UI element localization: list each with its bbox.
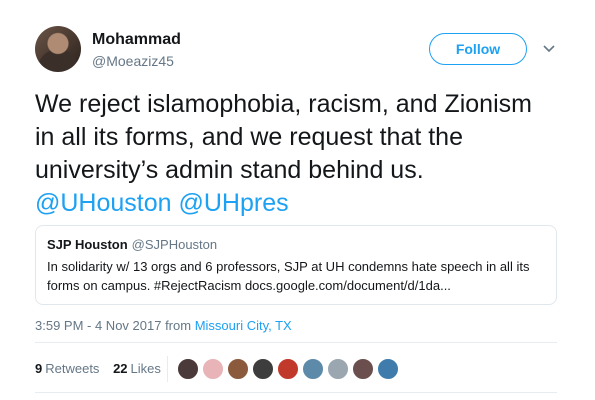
- tweet-card: Mohammad @Moeaziz45 Follow We reject isl…: [0, 0, 595, 400]
- likes-label: Likes: [130, 361, 161, 376]
- timestamp-time[interactable]: 3:59 PM - 4 Nov 2017 from: [35, 318, 195, 333]
- quoted-author-handle: @SJPHouston: [131, 237, 218, 252]
- liker-avatar-7[interactable]: [327, 358, 349, 380]
- tweet-text: We reject islamophobia, racism, and Zion…: [35, 88, 570, 220]
- tweet-line: in all its forms, and we request that th…: [35, 123, 463, 151]
- liker-avatar-8[interactable]: [352, 358, 374, 380]
- retweets-label: Retweets: [45, 361, 100, 376]
- retweets-stat[interactable]: 9 Retweets: [35, 361, 99, 376]
- liker-avatar-9[interactable]: [377, 358, 399, 380]
- location-link[interactable]: Missouri City, TX: [195, 318, 292, 333]
- divider: [35, 392, 557, 393]
- liker-avatar-2[interactable]: [202, 358, 224, 380]
- author-handle[interactable]: @Moeaziz45: [92, 53, 174, 69]
- quoted-tweet[interactable]: SJP Houston @SJPHouston In solidarity w/ …: [35, 225, 557, 305]
- quoted-author-name: SJP Houston: [47, 237, 128, 252]
- tweet-line: We reject islamophobia, racism, and Zion…: [35, 90, 532, 118]
- chevron-down-icon[interactable]: [541, 42, 557, 56]
- author-name[interactable]: Mohammad: [92, 31, 181, 49]
- divider: [35, 342, 557, 343]
- follow-button[interactable]: Follow: [429, 33, 527, 65]
- tweet-timestamp: 3:59 PM - 4 Nov 2017 from Missouri City,…: [35, 318, 292, 333]
- quoted-tweet-text: In solidarity w/ 13 orgs and 6 professor…: [47, 259, 530, 293]
- tweet-stats: 9 Retweets 22 Likes: [35, 361, 161, 376]
- retweets-count: 9: [35, 361, 43, 376]
- tweet-line: university’s admin stand behind us.: [35, 156, 424, 184]
- tweet-mentions[interactable]: @UHouston @UHpres: [35, 187, 570, 220]
- author-avatar[interactable]: [35, 26, 81, 72]
- liker-avatar-4[interactable]: [252, 358, 274, 380]
- likes-stat[interactable]: 22 Likes: [113, 361, 161, 376]
- liker-avatar-6[interactable]: [302, 358, 324, 380]
- likes-count: 22: [113, 361, 128, 376]
- liker-avatar-3[interactable]: [227, 358, 249, 380]
- liker-avatar-5[interactable]: [277, 358, 299, 380]
- liker-avatar-1[interactable]: [177, 358, 199, 380]
- divider: [167, 356, 168, 382]
